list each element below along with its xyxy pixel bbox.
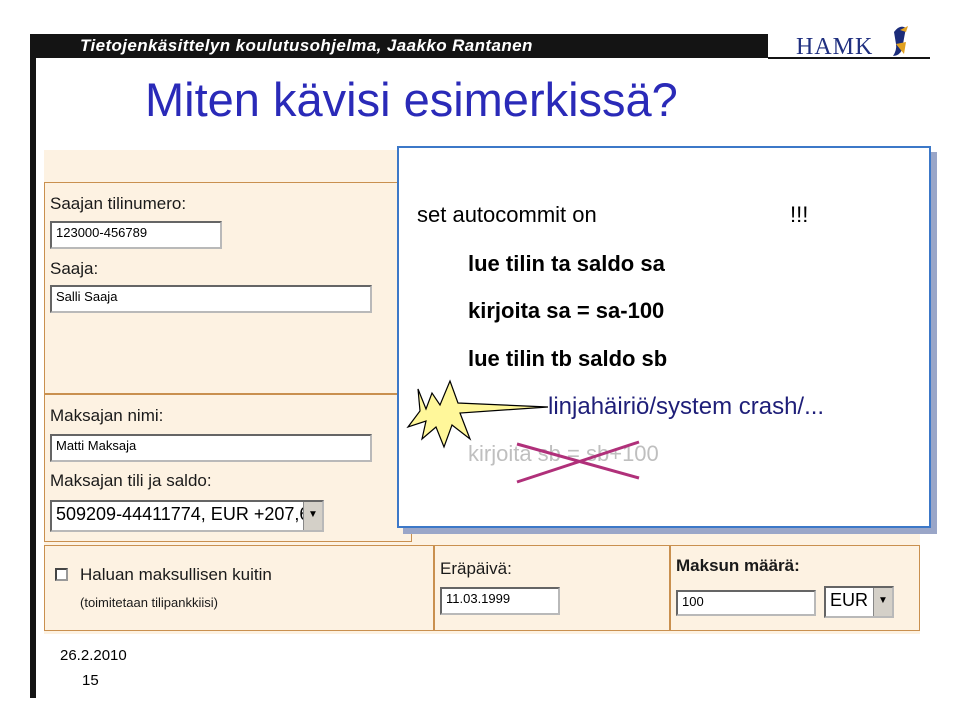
autocommit-line: set autocommit on — [417, 202, 597, 227]
write-sa-line: kirjoita sa = sa-100 — [468, 298, 665, 323]
crash-text: linjahäiriö/system crash/... — [548, 393, 825, 420]
header-banner-text: Tietojenkäsittelyn koulutusohjelma, Jaak… — [80, 36, 533, 55]
slide-date: 26.2.2010 — [60, 647, 127, 664]
hamk-logo: HAMK — [790, 22, 930, 62]
recipient-label: Saaja: — [50, 259, 99, 278]
recipient-account-input[interactable]: 123000-456789 — [50, 221, 222, 249]
receipt-sublabel: (toimitetaan tilipankkiisi) — [80, 595, 218, 610]
recipient-account-label: Saajan tilinumero: — [50, 194, 187, 213]
amount-label: Maksun määrä: — [676, 556, 800, 575]
read-ta-line: lue tilin ta saldo sa — [468, 251, 665, 276]
chevron-down-icon[interactable]: ▼ — [873, 588, 892, 616]
slide-title: Miten kävisi esimerkissä? — [145, 73, 678, 126]
cross-out-icon — [516, 440, 640, 484]
due-date-input[interactable]: 11.03.1999 — [440, 587, 560, 615]
payer-name-input[interactable]: Matti Maksaja — [50, 434, 372, 462]
receipt-checkbox[interactable] — [55, 568, 68, 581]
due-date-label: Eräpäivä: — [440, 559, 512, 578]
currency-select[interactable]: EUR ▼ — [824, 586, 894, 618]
currency-value: EUR — [830, 590, 869, 610]
payer-name-label: Maksajan nimi: — [50, 406, 164, 425]
payer-account-value: 509209-44411774, EUR +207,64 — [56, 504, 320, 524]
payer-account-select[interactable]: 509209-44411774, EUR +207,64 ▼ — [50, 500, 324, 532]
read-tb-line: lue tilin tb saldo sb — [468, 346, 668, 371]
chevron-down-icon[interactable]: ▼ — [303, 502, 322, 530]
receipt-label: Haluan maksullisen kuitin — [80, 565, 272, 584]
receipt-panel — [44, 545, 434, 631]
left-rule — [30, 34, 36, 698]
amount-input[interactable]: 100 — [676, 590, 816, 616]
hamk-logo-text: HAMK — [796, 34, 873, 60]
warning-marks: !!! — [790, 202, 809, 227]
payer-account-label: Maksajan tili ja saldo: — [50, 471, 212, 490]
page-number: 15 — [82, 672, 99, 689]
recipient-input[interactable]: Salli Saaja — [50, 285, 372, 313]
